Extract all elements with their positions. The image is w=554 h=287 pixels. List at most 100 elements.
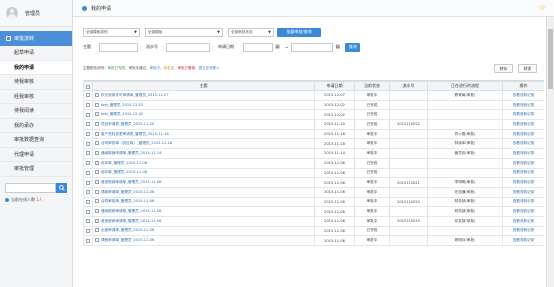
row-checkbox[interactable] xyxy=(86,112,90,117)
sidebar-item[interactable]: 起草申请 xyxy=(0,46,72,61)
row-op[interactable]: 查看流转记录 xyxy=(502,128,544,140)
sidebar-item[interactable]: 审批管理 xyxy=(0,162,72,177)
date-start-input[interactable] xyxy=(243,42,273,52)
serial-input[interactable] xyxy=(166,42,210,52)
table-row[interactable]: 校长使用许可审请单_管理员_2015-12-07 2015-12-07 审批中 教育局… xyxy=(83,90,544,101)
row-title-link[interactable]: 通用报销审请单_管理员_2015-11-06 xyxy=(101,209,161,213)
row-checkbox[interactable] xyxy=(86,103,90,108)
col-header-date[interactable]: 申请日期 xyxy=(314,81,355,91)
row-checkbox[interactable] xyxy=(86,122,90,127)
online-count[interactable]: 1人 xyxy=(36,197,43,203)
select-all-checkbox[interactable] xyxy=(86,84,90,89)
row-title-link[interactable]: 客户资料变更审请表_管理员_2015-11-18 xyxy=(101,132,169,136)
row-op[interactable]: 查看流转记录 xyxy=(502,177,544,188)
row-checkbox[interactable] xyxy=(86,238,90,243)
row-op[interactable]: 查看流转记录 xyxy=(502,119,544,130)
page-scrollbar[interactable] xyxy=(546,17,554,287)
row-title-link[interactable]: 用印单_管理员_2015-11-06 xyxy=(101,170,147,174)
sidebar-item[interactable]: 审批数据查询 xyxy=(0,133,72,148)
table-row[interactable]: 项目申请表_管理员_2015-11-20 2015-11-20 已完成 2015110… xyxy=(83,119,544,130)
table-row[interactable]: 用印单_管理员_2015-11-06 2015-11-06 已完成 查看流转记录 xyxy=(83,167,544,179)
row-checkbox[interactable] xyxy=(86,93,90,98)
sidebar-item[interactable]: 我的承办 xyxy=(0,119,72,133)
table-row[interactable]: 用印单_管理员_2015-11-06 2015-11-06 已完成 查看流转记录 xyxy=(83,157,544,169)
row-checkbox[interactable] xyxy=(86,151,90,156)
scrollbar-thumb[interactable] xyxy=(548,29,553,89)
row-checkbox[interactable] xyxy=(86,170,90,175)
sidebar-item[interactable]: 代理申请 xyxy=(0,148,72,162)
table-row[interactable]: 合同审批单（供应商）_管理员_2015-11-18 2015-11-18 审批中 林润… xyxy=(83,138,544,150)
row-checkbox[interactable] xyxy=(86,180,90,185)
col-header-serial[interactable]: 流水号 xyxy=(389,81,428,91)
row-checkbox[interactable] xyxy=(86,161,90,166)
forward-button[interactable]: 转发 xyxy=(518,64,537,73)
row-title-link[interactable]: 校长使用许可审请单_管理员_2015-12-07 xyxy=(101,93,169,97)
query-button[interactable]: 查询 xyxy=(345,42,361,52)
table-row[interactable]: 差旅报销审请单_管理员_2015-11-06 2015-11-06 审批中 20151… xyxy=(83,215,544,227)
row-title-link[interactable]: 请款审请单_管理员_2015-11-06 xyxy=(101,190,154,194)
row-title-link[interactable]: test_管理员_2015-12-02 xyxy=(101,103,143,107)
row-title-link[interactable]: 出差审请单_管理员_2015-11-06 xyxy=(101,228,154,232)
row-title-link[interactable]: 请假审请单_管理员_2015-11-06 xyxy=(101,238,154,242)
table-row[interactable]: 客户资料变更审请表_管理员_2015-11-18 2015-11-18 审批中 符小雪… xyxy=(83,128,544,140)
row-op[interactable]: 查看流转记录 xyxy=(502,90,544,101)
sidebar-search-input[interactable] xyxy=(5,182,56,193)
status-select[interactable]: 全部审批状态 ▼ xyxy=(228,27,274,37)
table-row[interactable]: test_管理员_2015-12-02 2015-12-02 已完成 查看流转记录 xyxy=(83,99,544,111)
table-row[interactable]: 出差审请单_管理员_2015-11-06 2015-11-06 已完成 查看流转记录 xyxy=(83,225,544,237)
row-op[interactable]: 查看流转记录 xyxy=(502,157,544,169)
row-title-link[interactable]: 用印单_管理员_2015-11-06 xyxy=(101,161,147,165)
row-op[interactable]: 查看流转记录 xyxy=(502,215,544,227)
row-title-link[interactable]: 项目申请表_管理员_2015-11-20 xyxy=(101,122,154,126)
row-title-link[interactable]: 通用报销申请单_管理员_2015-11-14 xyxy=(101,151,161,155)
row-checkbox[interactable] xyxy=(86,141,90,146)
table-row[interactable]: 通用报销申请单_管理员_2015-11-14 2015-11-14 审批中 姜灵伟(审… xyxy=(83,148,544,159)
row-op[interactable]: 查看流转记录 xyxy=(502,99,544,111)
row-op[interactable]: 查看流转记录 xyxy=(502,235,544,246)
template-select[interactable]: 全部模板 ▼ xyxy=(145,27,223,37)
select-all-header[interactable] xyxy=(83,81,93,91)
row-title-link[interactable]: 差旅报销审请单_管理员_2015-11-06 xyxy=(101,219,161,223)
row-op[interactable]: 查看流转记录 xyxy=(502,109,544,121)
favorite-star-icon[interactable]: ☆ xyxy=(539,4,546,12)
table-row[interactable]: 通用报销审请单_管理员_2015-11-06 2015-11-06 审批中 财务部(审… xyxy=(83,206,544,217)
row-checkbox[interactable] xyxy=(86,219,90,224)
row-checkbox[interactable] xyxy=(86,132,90,137)
calendar-icon[interactable]: ▦ xyxy=(333,43,342,52)
row-op[interactable]: 查看流转记录 xyxy=(502,225,544,237)
row-title-link[interactable]: 差旅报销审请单_管理员_2015-11-06 xyxy=(101,180,161,184)
row-checkbox[interactable] xyxy=(86,228,90,233)
transfer-button[interactable]: 转存 xyxy=(494,64,513,73)
sidebar-item[interactable]: 我的申请 xyxy=(0,60,72,75)
subject-input[interactable] xyxy=(99,42,138,52)
row-op[interactable]: 查看流转记录 xyxy=(502,148,544,159)
avatar[interactable] xyxy=(6,7,18,19)
row-op[interactable]: 查看流转记录 xyxy=(502,196,544,208)
row-title-link[interactable]: 合同审批单_管理员_2015-11-06 xyxy=(101,199,154,203)
row-op[interactable]: 查看流转记录 xyxy=(502,138,544,150)
date-end-input[interactable] xyxy=(291,42,334,52)
category-select[interactable]: 全部模板类别 ▼ xyxy=(83,27,140,37)
col-header-title[interactable]: 主题 xyxy=(92,81,315,91)
table-row[interactable]: 合同审批单_管理员_2015-11-06 2015-11-06 审批中 2015110… xyxy=(83,196,544,208)
row-op[interactable]: 查看流转记录 xyxy=(502,167,544,179)
row-checkbox[interactable] xyxy=(86,199,90,204)
sidebar-search-button[interactable] xyxy=(56,182,67,193)
calendar-icon[interactable]: ▦ xyxy=(273,43,282,52)
batch-search-button[interactable]: 批量审批/查询 xyxy=(277,27,321,37)
col-header-flow[interactable]: 正在进行的流程 xyxy=(427,81,503,91)
row-title-link[interactable]: test_管理员_2015-12-02 xyxy=(101,112,143,116)
sidebar-item[interactable]: 待我审核 xyxy=(0,75,72,90)
sidebar-item[interactable]: 经我审核 xyxy=(0,90,72,104)
table-row[interactable]: test_管理员_2015-12-02 2015-12-02 已完成 查看流转记录 xyxy=(83,109,544,121)
nav-section-approval[interactable]: 审批流转 xyxy=(0,31,72,46)
row-checkbox[interactable] xyxy=(86,209,90,214)
table-row[interactable]: 请假审请单_管理员_2015-11-06 2015-11-06 审批中 顾明月(审批)… xyxy=(83,235,544,246)
row-title-link[interactable]: 合同审批单（供应商）_管理员_2015-11-18 xyxy=(101,141,172,145)
row-checkbox[interactable] xyxy=(86,190,90,195)
row-op[interactable]: 查看流转记录 xyxy=(502,206,544,217)
table-row[interactable]: 差旅报销审请单_管理员_2015-11-06 2015-11-06 审批中 20151… xyxy=(83,177,544,188)
col-header-status[interactable]: 当前状态 xyxy=(354,81,390,91)
sidebar-item[interactable]: 待我阅读 xyxy=(0,104,72,119)
table-row[interactable]: 请款审请单_管理员_2015-11-06 2015-11-06 审批中 在线通(审批)… xyxy=(83,186,544,198)
